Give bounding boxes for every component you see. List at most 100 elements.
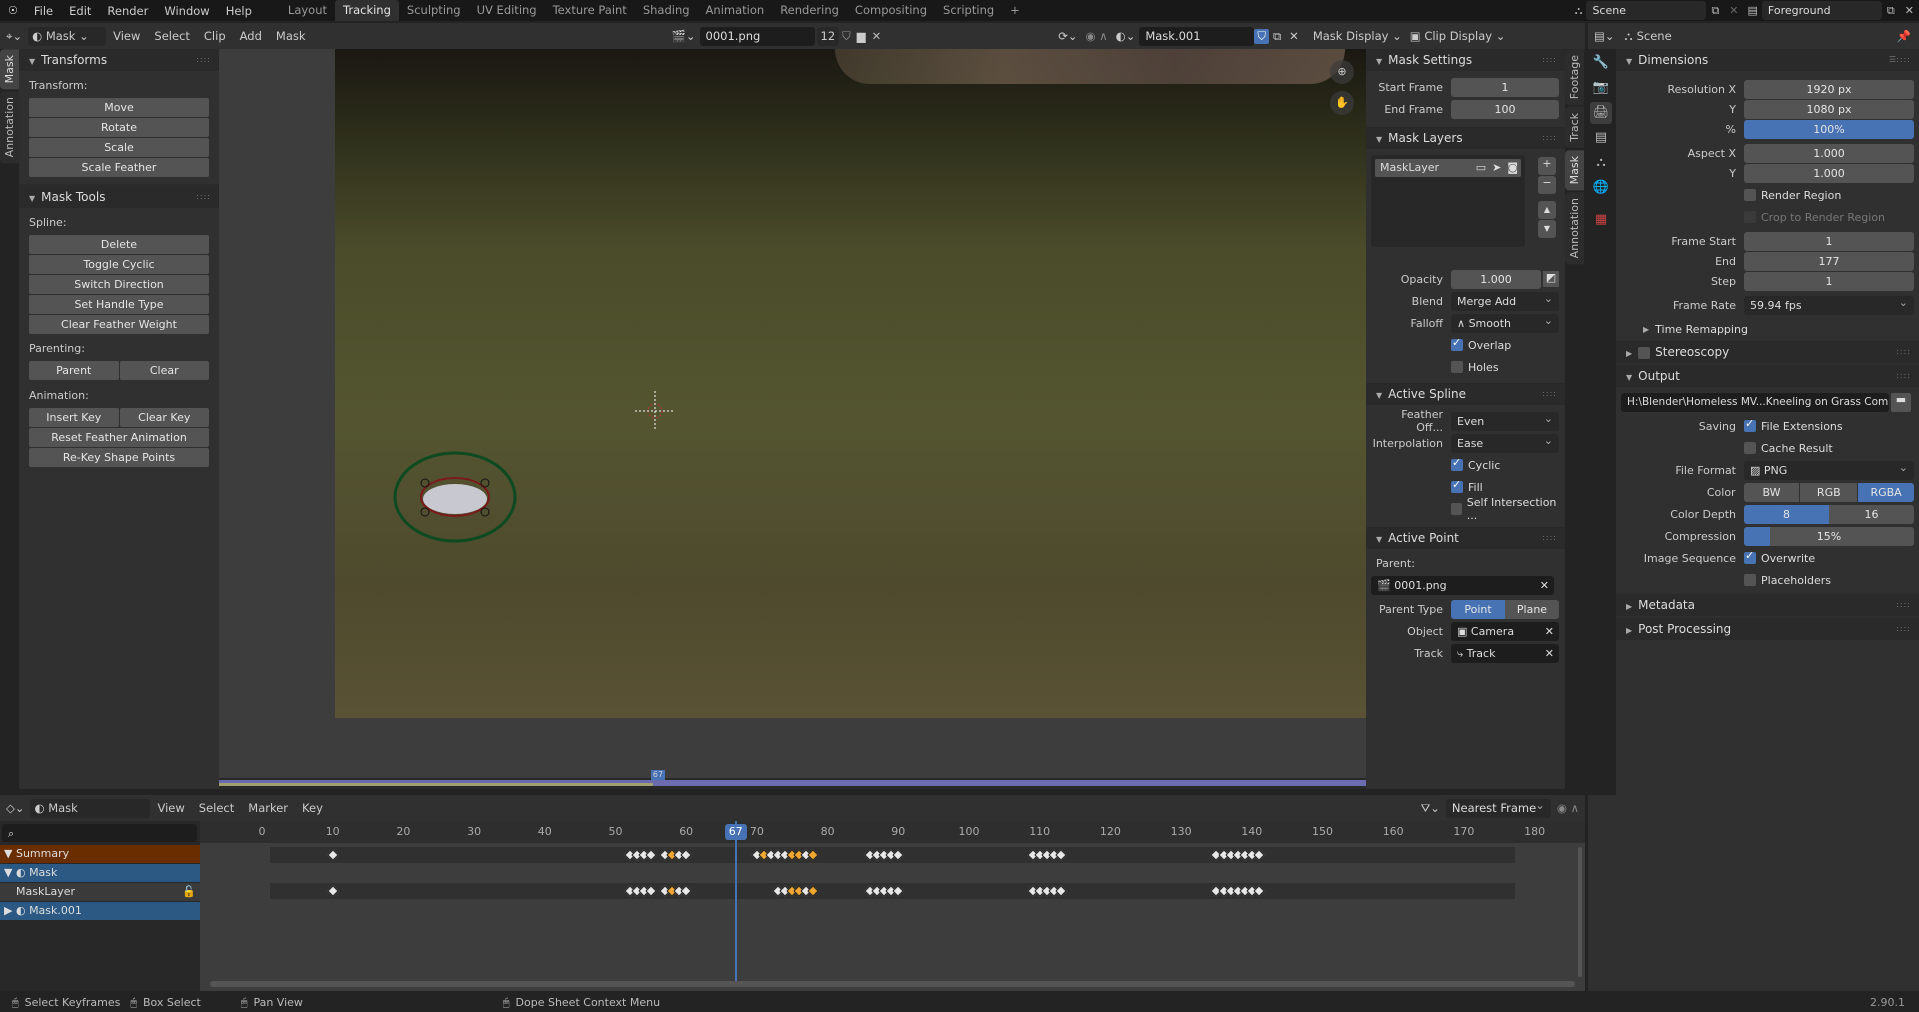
keyframe[interactable] <box>327 885 339 897</box>
add-workspace-button[interactable]: + <box>1002 0 1028 21</box>
clip-name-field[interactable]: 0001.png <box>699 26 815 46</box>
keyframe[interactable] <box>680 885 692 897</box>
blend-dropdown[interactable]: Merge Add <box>1451 289 1559 311</box>
playhead[interactable] <box>734 821 737 981</box>
keyframe[interactable] <box>680 849 692 861</box>
parent-button[interactable]: Parent <box>29 361 119 380</box>
menu-select[interactable]: Select <box>147 29 196 43</box>
close-scene-icon[interactable]: ✕ <box>1724 4 1743 17</box>
depth-8-option[interactable]: 8 <box>1744 504 1829 524</box>
copy-view-layer-icon[interactable]: ⧉ <box>1882 4 1900 18</box>
drag-handle-icon[interactable]: :::: <box>1896 365 1911 387</box>
menu-window[interactable]: Window <box>156 4 217 18</box>
menu-mask[interactable]: Mask <box>269 29 313 43</box>
mode-dropdown[interactable]: ◐ Mask ⌄ <box>28 26 107 46</box>
clear-object-icon[interactable]: ✕ <box>1545 622 1554 641</box>
transforms-header[interactable]: ▼ Transforms:::: <box>19 49 219 71</box>
keyframe[interactable] <box>327 849 339 861</box>
mask-display-dropdown[interactable]: Mask Display ⌄ <box>1309 27 1406 46</box>
resolution-x-field[interactable]: 1920 px <box>1744 79 1914 99</box>
insert-key-button[interactable]: Insert Key <box>29 408 119 427</box>
resolution-percent-field[interactable]: 100% <box>1744 119 1914 139</box>
blender-logo-icon[interactable]: ☉ <box>0 4 26 17</box>
keyframe[interactable] <box>1055 849 1067 861</box>
proportional-edit-icon[interactable]: ◉ ∧ <box>1551 801 1585 815</box>
tool-tab-icon[interactable]: 🔧 <box>1590 52 1612 74</box>
clip-icon[interactable]: 🎬⌄ <box>668 29 700 43</box>
menu-clip[interactable]: Clip <box>197 29 233 43</box>
rekey-shape-points-button[interactable]: Re-Key Shape Points <box>29 448 209 467</box>
ds-menu-view[interactable]: View <box>150 801 191 815</box>
color-bw-option[interactable]: BW <box>1743 482 1800 502</box>
scale-feather-button[interactable]: Scale Feather <box>29 158 209 177</box>
menu-file[interactable]: File <box>26 4 61 18</box>
ds-menu-select[interactable]: Select <box>192 801 241 815</box>
keyframe[interactable] <box>807 885 820 897</box>
clear-parent-icon[interactable]: ✕ <box>1540 576 1549 595</box>
horizontal-scrollbar[interactable] <box>210 981 1575 987</box>
keyframe[interactable] <box>645 885 657 897</box>
scene-icon[interactable]: ⛬ <box>1571 4 1587 18</box>
menu-render[interactable]: Render <box>99 4 156 18</box>
monitor-icon[interactable]: ▭ <box>1473 159 1489 177</box>
file-format-dropdown[interactable]: ▨ PNG <box>1744 458 1914 480</box>
drag-handle-icon[interactable]: :::: <box>196 49 211 71</box>
tab-shading[interactable]: Shading <box>635 0 698 21</box>
clear-feather-weight-button[interactable]: Clear Feather Weight <box>29 315 209 334</box>
pan-view-icon[interactable]: ✋ <box>1330 91 1354 115</box>
keyframe[interactable] <box>645 849 657 861</box>
drag-handle-icon[interactable]: :::: <box>1542 127 1557 149</box>
move-layer-up-button[interactable]: ▲ <box>1538 201 1556 219</box>
delete-button[interactable]: Delete <box>29 235 209 254</box>
active-point-header[interactable]: ▼ Active Point:::: <box>1366 527 1565 549</box>
copy-scene-icon[interactable]: ⧉ <box>1706 4 1724 18</box>
keyframe[interactable] <box>1055 885 1067 897</box>
dopesheet-mode-dropdown[interactable]: ◐ Mask <box>30 798 151 818</box>
scene-field[interactable]: Scene <box>1586 1 1707 20</box>
drag-handle-icon[interactable]: :::: <box>1542 383 1557 405</box>
tab-compositing[interactable]: Compositing <box>847 0 935 21</box>
drag-handle-icon[interactable]: :::: <box>1896 594 1911 616</box>
lock-icon[interactable]: 🔓 <box>182 883 196 901</box>
cyclic-checkbox[interactable] <box>1451 456 1463 471</box>
channel-search-input[interactable]: ⌕ <box>2 824 197 842</box>
tab-layout[interactable]: Layout <box>280 0 335 21</box>
aspect-x-field[interactable]: 1.000 <box>1744 143 1914 163</box>
render-region-checkbox[interactable] <box>1744 189 1756 201</box>
fake-user-icon[interactable]: ⛉ <box>839 29 854 44</box>
tab-texture-paint[interactable]: Texture Paint <box>545 0 635 21</box>
placeholders-checkbox[interactable] <box>1744 574 1756 586</box>
mask-tools-header[interactable]: ▼ Mask Tools:::: <box>19 186 219 208</box>
opacity-field[interactable]: 1.000 <box>1451 269 1541 289</box>
track-field[interactable]: ⤷ Track ✕ <box>1451 643 1559 663</box>
snap-dropdown[interactable]: Nearest Frame <box>1445 796 1551 818</box>
depth-16-option[interactable]: 16 <box>1829 504 1914 524</box>
texture-tab-icon[interactable]: ▦ <box>1590 209 1612 231</box>
interpolation-dropdown[interactable]: Ease <box>1451 431 1559 453</box>
tab-footage[interactable]: Footage <box>1565 49 1584 106</box>
tab-tracking[interactable]: Tracking <box>335 0 399 21</box>
frame-start-field[interactable]: 1 <box>1744 231 1914 251</box>
zoom-view-icon[interactable]: ⊕ <box>1330 60 1354 84</box>
mask-layers-header[interactable]: ▼ Mask Layers:::: <box>1366 127 1565 149</box>
start-frame-field[interactable]: 1 <box>1451 77 1559 97</box>
overwrite-checkbox[interactable] <box>1744 549 1756 564</box>
copy-mask-icon[interactable]: ⧉ <box>1269 29 1285 44</box>
time-remapping-subpanel[interactable]: ▶ Time Remapping <box>1621 319 1914 339</box>
invert-icon[interactable]: ◩ <box>1543 271 1559 287</box>
switch-direction-button[interactable]: Switch Direction <box>29 275 209 294</box>
channel-mask[interactable]: ▼ ◐ Mask <box>0 864 200 882</box>
self-intersection-checkbox[interactable] <box>1451 503 1462 515</box>
tab-uv-editing[interactable]: UV Editing <box>469 0 545 21</box>
view-layer-tab-icon[interactable]: ▤ <box>1590 127 1612 149</box>
clip-users-count[interactable]: 12 <box>816 26 840 46</box>
aspect-y-field[interactable]: 1.000 <box>1744 163 1914 183</box>
remove-layer-button[interactable]: − <box>1538 176 1556 194</box>
mask-icon[interactable]: ◐⌄ <box>1112 29 1140 43</box>
falloff-dropdown[interactable]: ∧ Smooth <box>1451 311 1559 333</box>
rotate-button[interactable]: Rotate <box>29 118 209 137</box>
unlink-mask-icon[interactable]: ✕ <box>1285 29 1303 43</box>
mask-layer-list[interactable]: MaskLayer ▭ ➤ ◙ <box>1371 155 1525 247</box>
pivot-icon[interactable]: ⟳⌄ <box>1054 29 1081 43</box>
channel-mask001[interactable]: ▶ ◐ Mask.001 <box>0 902 200 920</box>
